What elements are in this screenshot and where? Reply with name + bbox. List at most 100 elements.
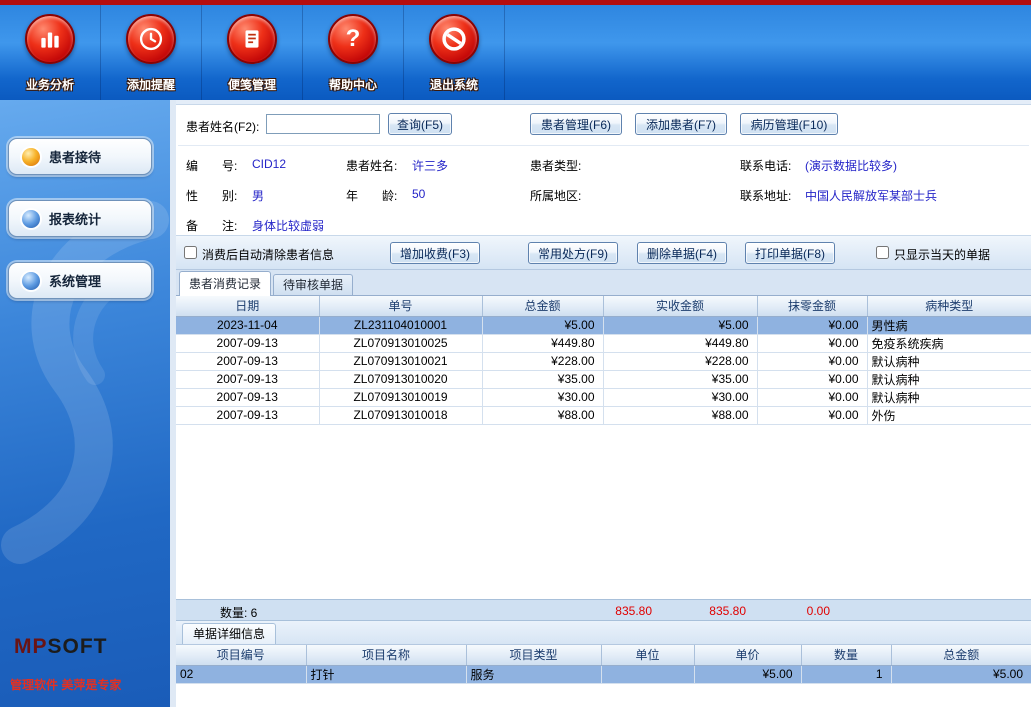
sidebar-item-report-statistics[interactable]: 报表统计 <box>8 200 152 237</box>
add-charge-button[interactable]: 增加收费(F3) <box>390 242 480 264</box>
toolbar-item-memo-management[interactable]: 便笺管理 <box>202 5 303 100</box>
patient-phone-label: 联系电话: <box>740 157 791 174</box>
table-row[interactable]: 02 打针 服务 ¥5.00 1 ¥5.00 <box>176 665 1031 683</box>
vendor-tagline: 管理软件 美萍是专家 <box>10 676 121 693</box>
table-row[interactable]: 2007-09-13 ZL070913010021 ¥228.00 ¥228.0… <box>176 352 1031 370</box>
patient-phone-value: (演示数据比较多) <box>805 157 897 174</box>
clock-icon <box>126 14 176 64</box>
toolbar-item-label: 业务分析 <box>0 76 100 93</box>
patient-name-value: 许三多 <box>412 157 448 174</box>
detail-title: 单据详细信息 <box>182 623 276 644</box>
col-header-qty[interactable]: 数量 <box>801 645 891 665</box>
blue-orb-icon <box>22 272 40 290</box>
question-icon: ? <box>328 14 378 64</box>
detail-title-band: 单据详细信息 <box>176 621 1031 645</box>
consumption-table: 日期 单号 总金额 实收金额 抹零金额 病种类型 2023-11-04 ZL23… <box>176 296 1031 425</box>
sidebar-item-label: 患者接待 <box>49 147 101 166</box>
form-separator <box>178 145 1029 146</box>
col-header-unit[interactable]: 单位 <box>601 645 694 665</box>
patient-name-search-label: 患者姓名(F2): <box>186 118 259 135</box>
table-row[interactable]: 2007-09-13 ZL070913010018 ¥88.00 ¥88.00 … <box>176 406 1031 424</box>
col-header-disease[interactable]: 病种类型 <box>867 296 1031 316</box>
tab-consumption-records[interactable]: 患者消费记录 <box>179 271 271 296</box>
sum-rounding: 0.00 <box>734 604 830 618</box>
main-content: 患者姓名(F2): 查询(F5) 患者管理(F6) 添加患者(F7) 病历管理(… <box>176 100 1031 707</box>
toolbar-item-label: 便笺管理 <box>202 76 302 93</box>
main-toolbar: 业务分析 添加提醒 便笺管理 ? 帮助中心 退出系统 <box>0 5 1031 100</box>
common-prescription-button[interactable]: 常用处方(F9) <box>528 242 618 264</box>
memo-icon <box>227 14 277 64</box>
sum-total: 835.80 <box>556 604 652 618</box>
summary-row: 数量: 6 835.80 835.80 0.00 <box>176 599 1031 621</box>
toolbar-item-add-reminder[interactable]: 添加提醒 <box>101 5 202 100</box>
app-window: 业务分析 添加提醒 便笺管理 ? 帮助中心 退出系统 <box>0 0 1031 707</box>
table-row[interactable]: 2007-09-13 ZL070913010020 ¥35.00 ¥35.00 … <box>176 370 1031 388</box>
toolbar-item-business-analysis[interactable]: 业务分析 <box>0 5 101 100</box>
today-only-label: 只显示当天的单据 <box>894 246 990 263</box>
col-header-item-no[interactable]: 项目编号 <box>176 645 306 665</box>
table-row[interactable]: 2007-09-13 ZL070913010025 ¥449.80 ¥449.8… <box>176 334 1031 352</box>
col-header-item-type[interactable]: 项目类型 <box>466 645 601 665</box>
table-header-row: 日期 单号 总金额 实收金额 抹零金额 病种类型 <box>176 296 1031 316</box>
col-header-amount[interactable]: 总金额 <box>891 645 1031 665</box>
patient-region-label: 所属地区: <box>530 187 581 204</box>
patient-gender-label: 性 别: <box>186 187 237 204</box>
auto-clear-label: 消费后自动清除患者信息 <box>202 246 334 263</box>
col-header-rounding[interactable]: 抹零金额 <box>757 296 867 316</box>
query-button[interactable]: 查询(F5) <box>388 113 452 135</box>
col-header-received[interactable]: 实收金额 <box>603 296 757 316</box>
medical-record-button[interactable]: 病历管理(F10) <box>740 113 838 135</box>
patient-name-input[interactable] <box>266 114 380 134</box>
patient-address-value: 中国人民解放军某部士兵 <box>805 187 937 204</box>
today-only-checkbox[interactable] <box>876 246 889 259</box>
table-row[interactable]: 2023-11-04 ZL231104010001 ¥5.00 ¥5.00 ¥0… <box>176 316 1031 334</box>
patient-age-value: 50 <box>412 187 425 201</box>
tab-pending-bills[interactable]: 待审核单据 <box>273 274 353 295</box>
record-count: 数量: 6 <box>220 604 257 621</box>
toolbar-item-exit-system[interactable]: 退出系统 <box>404 5 505 100</box>
table-row[interactable]: 2007-09-13 ZL070913010019 ¥30.00 ¥30.00 … <box>176 388 1031 406</box>
patient-age-label: 年 龄: <box>346 187 397 204</box>
sidebar-swirl-decoration <box>0 180 170 600</box>
patient-note-value: 身体比较虚弱 <box>252 217 324 234</box>
col-header-date[interactable]: 日期 <box>176 296 319 316</box>
orange-orb-icon <box>22 148 40 166</box>
sidebar-item-label: 系统管理 <box>49 271 101 290</box>
action-bar: 消费后自动清除患者信息 增加收费(F3) 常用处方(F9) 删除单据(F4) 打… <box>176 236 1031 270</box>
toolbar-item-help-center[interactable]: ? 帮助中心 <box>303 5 404 100</box>
sidebar-item-system-management[interactable]: 系统管理 <box>8 262 152 299</box>
patient-gender-value: 男 <box>252 187 264 204</box>
patient-manage-button[interactable]: 患者管理(F6) <box>530 113 622 135</box>
patient-panel: 患者姓名(F2): 查询(F5) 患者管理(F6) 添加患者(F7) 病历管理(… <box>176 104 1031 236</box>
sidebar: 患者接待 报表统计 系统管理 MPSOFT 管理软件 美萍是专家 <box>0 100 170 707</box>
patient-type-label: 患者类型: <box>530 157 581 174</box>
print-bill-button[interactable]: 打印单据(F8) <box>745 242 835 264</box>
vendor-logo-right: SOFT <box>48 635 108 658</box>
sidebar-item-label: 报表统计 <box>49 209 101 228</box>
sidebar-item-patient-reception[interactable]: 患者接待 <box>8 138 152 175</box>
vendor-logo-left: MP <box>14 635 48 658</box>
patient-name-label: 患者姓名: <box>346 157 397 174</box>
col-header-bill-no[interactable]: 单号 <box>319 296 482 316</box>
auto-clear-checkbox[interactable] <box>184 246 197 259</box>
consumption-grid-area: 日期 单号 总金额 实收金额 抹零金额 病种类型 2023-11-04 ZL23… <box>176 296 1031 599</box>
col-header-total[interactable]: 总金额 <box>482 296 603 316</box>
col-header-item-name[interactable]: 项目名称 <box>306 645 466 665</box>
patient-note-label: 备 注: <box>186 217 237 234</box>
blue-orb-icon <box>22 210 40 228</box>
bar-chart-icon <box>25 14 75 64</box>
toolbar-item-label: 添加提醒 <box>101 76 201 93</box>
patient-address-label: 联系地址: <box>740 187 791 204</box>
detail-grid-area: 项目编号 项目名称 项目类型 单位 单价 数量 总金额 02 打针 服务 <box>176 645 1031 707</box>
vendor-logo: MPSOFT <box>14 635 108 659</box>
record-tabstrip: 患者消费记录 待审核单据 <box>176 270 1031 296</box>
patient-id-label: 编 号: <box>186 157 237 174</box>
toolbar-item-label: 退出系统 <box>404 76 504 93</box>
toolbar-item-label: 帮助中心 <box>303 76 403 93</box>
patient-id-value: CID12 <box>252 157 286 171</box>
detail-table: 项目编号 项目名称 项目类型 单位 单价 数量 总金额 02 打针 服务 <box>176 645 1031 684</box>
add-patient-button[interactable]: 添加患者(F7) <box>635 113 727 135</box>
question-glyph: ? <box>346 27 361 51</box>
col-header-unit-price[interactable]: 单价 <box>694 645 801 665</box>
delete-bill-button[interactable]: 删除单据(F4) <box>637 242 727 264</box>
